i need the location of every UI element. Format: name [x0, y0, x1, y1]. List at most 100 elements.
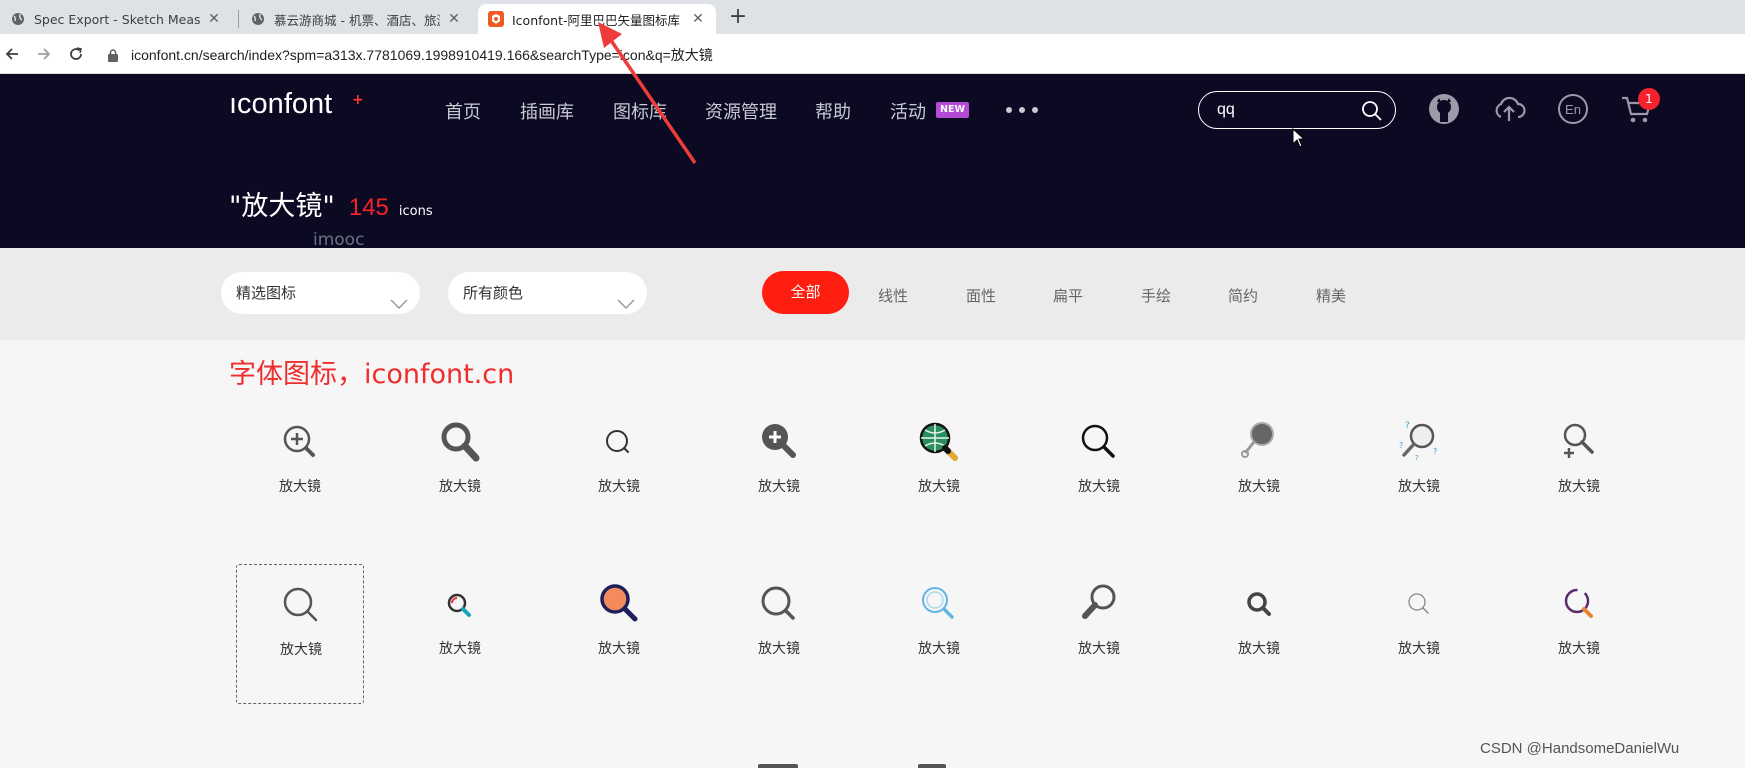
icon-card[interactable]: 放大镜 [1035, 402, 1163, 542]
github-icon[interactable] [1428, 93, 1460, 129]
icon-card[interactable]: 放大镜 [715, 402, 843, 542]
magnifier-teal-icon [447, 593, 471, 617]
icon-card[interactable]: 放大镜 [875, 402, 1003, 542]
cart-count-badge: 1 [1638, 88, 1660, 110]
search-input[interactable] [1217, 99, 1357, 121]
more-icon[interactable] [1006, 107, 1038, 113]
icon-label: 放大镜 [279, 479, 321, 495]
svg-text:?: ? [1433, 447, 1437, 456]
result-keyword: "放大镜" [229, 191, 335, 222]
search-box[interactable] [1198, 91, 1396, 129]
color-select-value: 所有颜色 [463, 284, 524, 302]
svg-text:?: ? [1415, 454, 1419, 462]
icon-label: 放大镜 [1398, 641, 1440, 657]
magnifier-globe-icon [919, 422, 958, 461]
nav-help[interactable]: 帮助 [815, 98, 851, 124]
close-icon[interactable]: ✕ [206, 11, 222, 27]
icon-label: 放大镜 [758, 641, 800, 657]
tab-flat[interactable]: 扁平 [1053, 285, 1083, 306]
browser-tab[interactable]: Spec Export - Sketch Measure ✕ [0, 4, 232, 34]
browser-toolbar: iconfont.cn/search/index?spm=a313x.77810… [0, 34, 1745, 74]
icon-card[interactable]: ???? 放大镜 [1355, 402, 1483, 542]
filter-bar: 精选图标 所有颜色 全部 线性 面性 扁平 手绘 简约 精美 [0, 248, 1745, 340]
icon-label: 放大镜 [758, 479, 800, 495]
color-select[interactable]: 所有颜色 [448, 272, 647, 314]
magnifier-bold-icon [441, 422, 480, 462]
magnifier-lightblue-icon [922, 587, 954, 619]
icon-card[interactable]: 放大镜 [1195, 564, 1323, 704]
logo-plus: + [352, 92, 364, 108]
icon-card[interactable]: 放大镜 [555, 402, 683, 542]
red-arrow-annotation [598, 22, 697, 164]
search-result-heading: "放大镜" 145 icons [229, 184, 433, 223]
magnifier-purple-icon [1564, 588, 1593, 618]
icon-card[interactable]: 放大镜 [715, 564, 843, 704]
tab-separator [238, 10, 239, 28]
icon-label: 放大镜 [1558, 479, 1600, 495]
icon-card[interactable]: 放大镜 [1515, 564, 1643, 704]
magnifier-plus-filled-icon [762, 424, 796, 458]
tab-exquisite[interactable]: 精美 [1316, 285, 1346, 306]
iconfont-logo[interactable]: ıconfont [229, 88, 332, 121]
nav-illustrations[interactable]: 插画库 [520, 98, 574, 124]
nav-resource-management[interactable]: 资源管理 [705, 98, 777, 124]
icon-card-selected[interactable]: 放大镜 [236, 564, 364, 704]
icon-label: 放大镜 [598, 641, 640, 657]
icon-label: 放大镜 [918, 641, 960, 657]
svg-text:?: ? [1399, 441, 1403, 450]
globe-icon [10, 11, 26, 27]
iconfont-favicon [488, 11, 504, 27]
magnifier-gray-filled-icon [1241, 422, 1274, 458]
imooc-watermark: imooc [313, 230, 365, 250]
icon-card[interactable]: 放大镜 [396, 564, 524, 704]
icon-type-select[interactable]: 精选图标 [221, 272, 420, 314]
icon-card-partial [918, 764, 946, 768]
icon-card[interactable]: 放大镜 [875, 564, 1003, 704]
nav-home[interactable]: 首页 [445, 98, 481, 124]
icon-label: 放大镜 [439, 479, 481, 495]
magnifier-thin-icon [606, 430, 629, 453]
icon-card[interactable]: 放大镜 [1515, 402, 1643, 542]
chevron-down-icon [390, 285, 408, 327]
icon-label: 放大镜 [1078, 641, 1120, 657]
nav-activity[interactable]: 活动 [890, 98, 926, 124]
mouse-cursor [1292, 128, 1306, 148]
tab-all[interactable]: 全部 [762, 271, 849, 314]
browser-tab[interactable]: 慕云游商城 - 机票、酒店、旅游 ✕ [240, 4, 472, 34]
icon-card[interactable]: 放大镜 [1195, 402, 1323, 542]
icon-label: 放大镜 [1558, 641, 1600, 657]
forward-icon[interactable] [32, 42, 56, 66]
tab-linear[interactable]: 线性 [878, 285, 908, 306]
browser-tab-bar: Spec Export - Sketch Measure ✕ 慕云游商城 - 机… [0, 0, 1745, 34]
svg-text:En: En [1565, 102, 1581, 117]
magnifier-orange-icon [600, 584, 638, 622]
icon-label: 放大镜 [1238, 479, 1280, 495]
tab-simple[interactable]: 简约 [1228, 285, 1258, 306]
close-icon[interactable]: ✕ [446, 11, 462, 27]
icon-type-select-value: 精选图标 [236, 284, 297, 302]
tab-filled[interactable]: 面性 [966, 285, 996, 306]
icon-card[interactable]: 放大镜 [236, 402, 364, 542]
tab-title: 慕云游商城 - 机票、酒店、旅游 [274, 12, 440, 28]
magnifier-outline-icon [1081, 424, 1115, 458]
magnifier-handle-icon [1082, 584, 1116, 619]
new-tab-button[interactable]: + [726, 6, 750, 30]
upload-icon[interactable] [1492, 93, 1526, 129]
magnifier-plus-icon [283, 425, 315, 457]
language-en-icon[interactable]: En [1557, 93, 1589, 129]
icon-card-partial [758, 764, 798, 768]
globe-icon [250, 11, 266, 27]
reload-icon[interactable] [64, 42, 88, 66]
tab-hand-drawn[interactable]: 手绘 [1141, 285, 1171, 306]
icon-card[interactable]: 放大镜 [396, 402, 524, 542]
chevron-down-icon [617, 285, 635, 327]
lock-icon[interactable] [108, 47, 118, 66]
magnifier-plus-small-icon [1563, 423, 1594, 458]
icon-card[interactable]: 放大镜 [555, 564, 683, 704]
search-icon[interactable] [1361, 100, 1383, 126]
new-badge: NEW [936, 102, 969, 118]
icon-card[interactable]: 放大镜 [1355, 564, 1483, 704]
icon-card[interactable]: 放大镜 [1035, 564, 1163, 704]
back-icon[interactable] [0, 42, 24, 66]
icon-label: 放大镜 [1398, 479, 1440, 495]
